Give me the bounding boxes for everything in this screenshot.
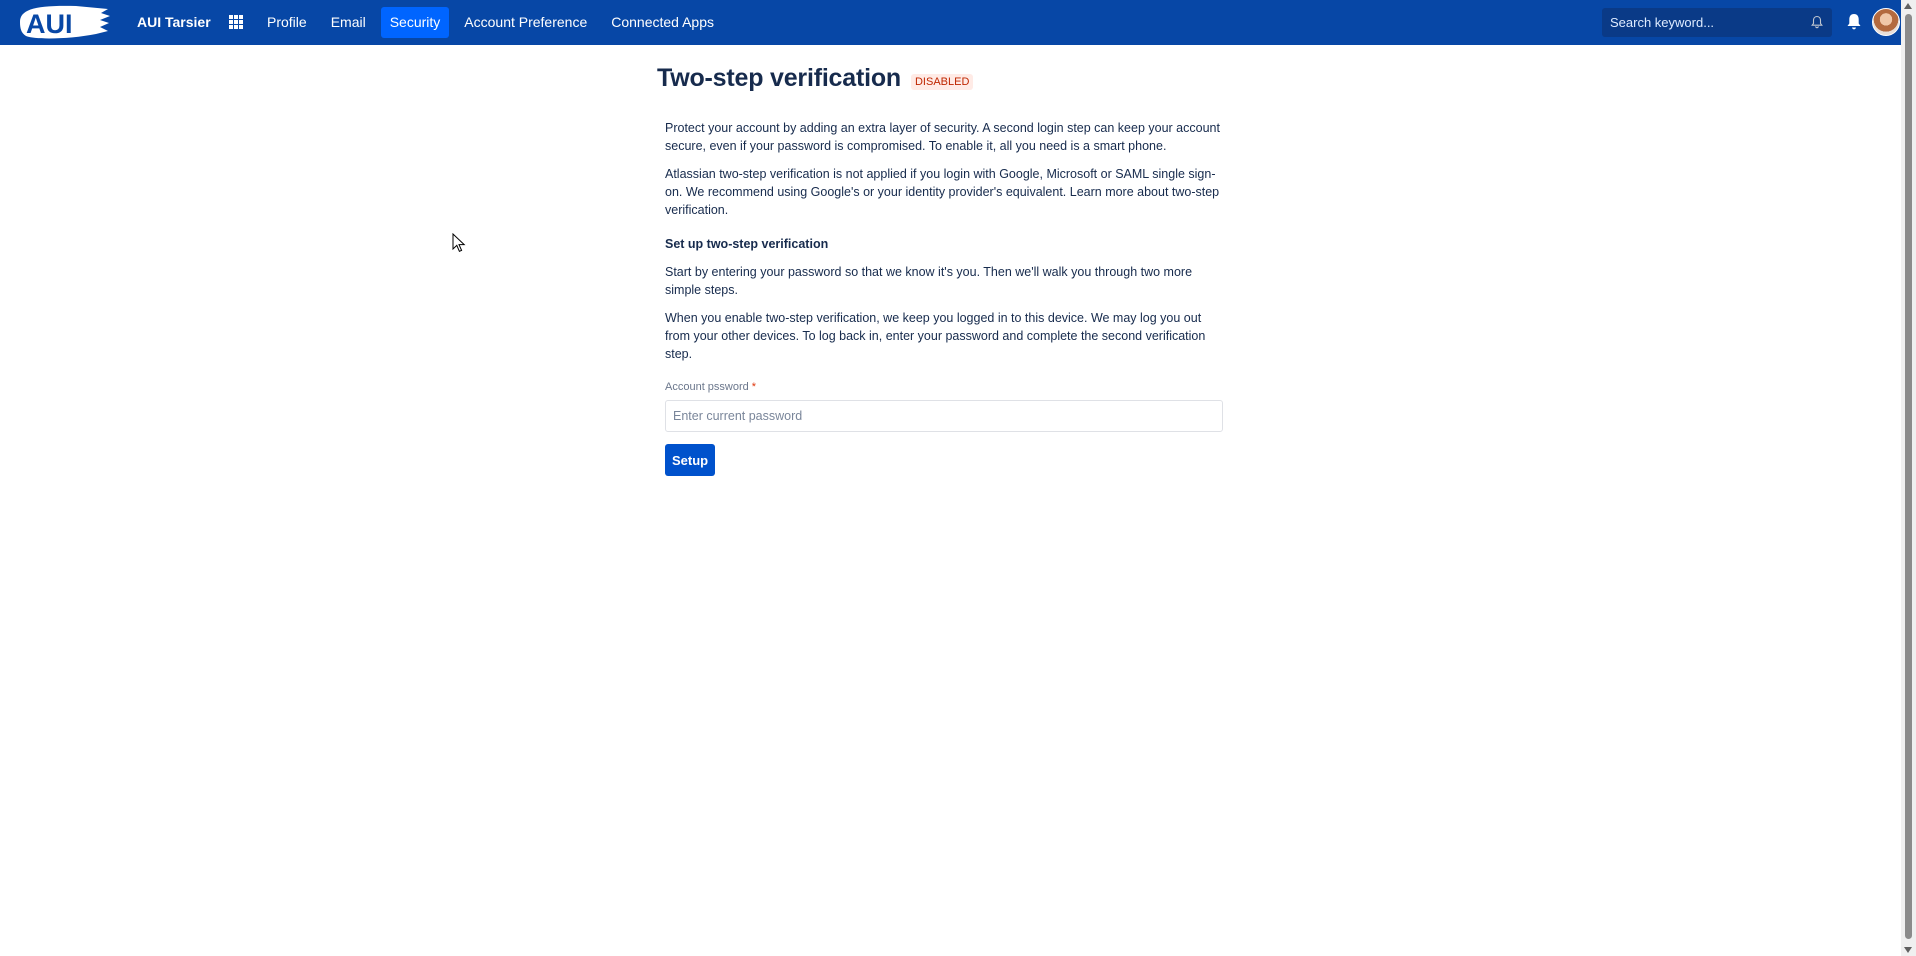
title-row: Two-step verification DISABLED — [657, 64, 1227, 93]
setup-intro-paragraph: Start by entering your password so that … — [665, 265, 1193, 297]
search-box — [1602, 8, 1832, 37]
status-badge: DISABLED — [910, 73, 974, 90]
password-input[interactable] — [665, 400, 1223, 432]
sso-paragraph: Atlassian two-step verification is not a… — [665, 167, 1220, 217]
svg-text:AUI: AUI — [26, 9, 73, 39]
nav-connected-apps[interactable]: Connected Apps — [602, 7, 723, 38]
setup-devices-paragraph: When you enable two-step verification, w… — [665, 311, 1206, 361]
page-body: Protect your account by adding an extra … — [665, 119, 1223, 476]
user-avatar[interactable] — [1872, 8, 1900, 36]
setup-button[interactable]: Setup — [665, 444, 716, 476]
scroll-up-arrow-icon[interactable] — [1904, 3, 1912, 9]
bell-icon[interactable] — [1810, 15, 1824, 29]
top-navigation-bar: AUI AUI Tarsier Profile Email Security A… — [0, 0, 1901, 45]
nav-profile[interactable]: Profile — [258, 7, 316, 38]
vertical-scrollbar[interactable] — [1901, 0, 1916, 956]
nav-account-preference[interactable]: Account Preference — [455, 7, 596, 38]
search-input[interactable] — [1602, 14, 1807, 31]
cursor-icon — [452, 233, 466, 252]
intro-paragraph: Protect your account by adding an extra … — [665, 121, 1220, 153]
notification-icon[interactable] — [1845, 12, 1863, 32]
password-label: Account pssword * — [665, 378, 1220, 396]
app-switcher-icon[interactable] — [226, 12, 246, 32]
app-name[interactable]: AUI Tarsier — [137, 0, 211, 45]
aui-logo[interactable]: AUI — [16, 3, 111, 41]
password-label-text: Account pssword — [665, 381, 749, 393]
main-content: Two-step verification DISABLED Protect y… — [657, 64, 1227, 476]
scroll-down-arrow-icon[interactable] — [1904, 947, 1912, 953]
required-marker: * — [751, 381, 757, 393]
page-title: Two-step verification — [657, 64, 901, 92]
scrollbar-thumb[interactable] — [1905, 14, 1912, 939]
nav-security[interactable]: Security — [380, 7, 450, 38]
main-nav: Profile Email Security Account Preferenc… — [258, 7, 729, 38]
nav-email[interactable]: Email — [322, 7, 375, 38]
setup-heading: Set up two-step verification — [665, 237, 829, 251]
